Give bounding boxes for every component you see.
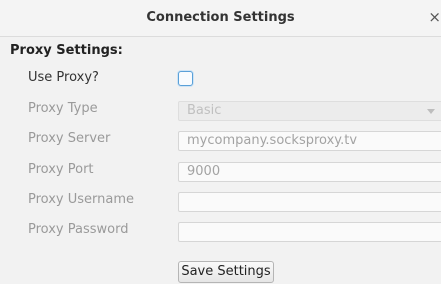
title-bar: Connection Settings × (0, 0, 441, 37)
proxy-username-label: Proxy Username (28, 192, 135, 207)
section-heading: Proxy Settings: (10, 43, 123, 58)
proxy-port-label: Proxy Port (28, 162, 94, 177)
save-settings-button[interactable]: Save Settings (178, 261, 274, 283)
proxy-server-label: Proxy Server (28, 131, 111, 146)
proxy-password-label: Proxy Password (28, 222, 129, 237)
proxy-type-select[interactable]: Basic (178, 101, 441, 121)
proxy-type-value: Basic (187, 103, 222, 118)
proxy-password-input[interactable] (178, 222, 441, 242)
proxy-type-label: Proxy Type (28, 101, 98, 116)
proxy-server-input[interactable]: mycompany.socksproxy.tv (178, 131, 441, 151)
proxy-port-input[interactable]: 9000 (178, 162, 441, 182)
chevron-down-icon (427, 109, 435, 114)
use-proxy-checkbox[interactable] (178, 71, 193, 86)
dialog-title: Connection Settings (146, 10, 295, 25)
proxy-username-input[interactable] (178, 192, 441, 212)
close-icon[interactable]: × (425, 6, 441, 28)
use-proxy-label: Use Proxy? (28, 70, 99, 85)
